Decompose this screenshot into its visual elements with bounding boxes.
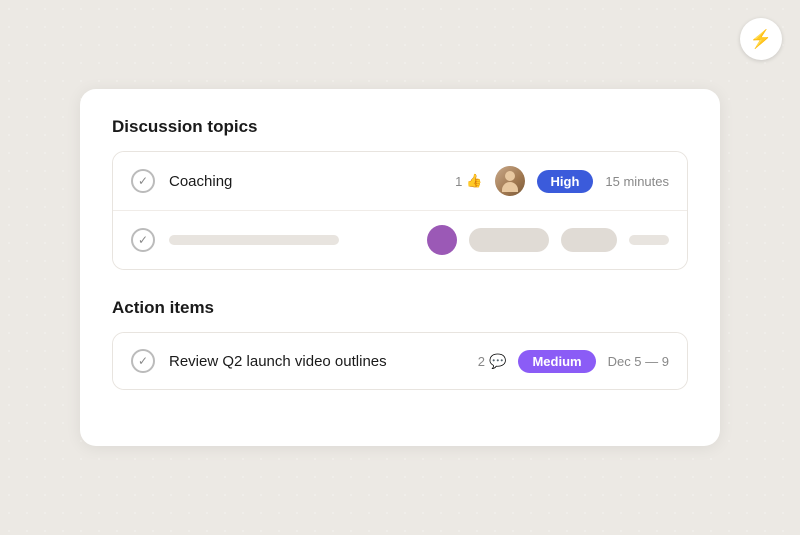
check-circle-icon[interactable]: ✓: [131, 228, 155, 252]
skeleton-title: [169, 235, 339, 245]
check-circle-icon[interactable]: ✓: [131, 349, 155, 373]
skeleton-priority: [469, 228, 549, 252]
discussion-items-container: ✓ Coaching 1 👍 High 15 minutes ✓: [112, 151, 688, 270]
lightning-icon: ⚡: [750, 29, 772, 50]
comment-bubble-icon: 💬: [489, 353, 506, 370]
action-section-title: Action items: [112, 298, 688, 318]
comment-number: 2: [478, 354, 485, 369]
thumbs-up-icon: 👍: [466, 173, 482, 189]
avatar: [495, 166, 525, 196]
skeleton-extra: [629, 235, 669, 245]
like-count[interactable]: 1 👍: [455, 173, 482, 189]
item-title: Coaching: [169, 173, 455, 190]
main-card: Discussion topics ✓ Coaching 1 👍 High 15…: [80, 89, 720, 446]
item-meta: 2 💬 Medium Dec 5 — 9: [478, 350, 669, 373]
table-row[interactable]: ✓: [113, 210, 687, 269]
table-row[interactable]: ✓ Review Q2 launch video outlines 2 💬 Me…: [113, 333, 687, 389]
skeleton-avatar: [427, 225, 457, 255]
item-title: Review Q2 launch video outlines: [169, 353, 478, 370]
lightning-button[interactable]: ⚡: [740, 18, 782, 60]
priority-badge[interactable]: Medium: [518, 350, 595, 373]
discussion-section-title: Discussion topics: [112, 117, 688, 137]
like-number: 1: [455, 174, 462, 189]
date-range-text: Dec 5 — 9: [608, 354, 669, 369]
item-meta: 1 👍 High 15 minutes: [455, 166, 669, 196]
priority-badge[interactable]: High: [537, 170, 594, 193]
skeleton-duration: [561, 228, 617, 252]
action-items-container: ✓ Review Q2 launch video outlines 2 💬 Me…: [112, 332, 688, 390]
comment-count[interactable]: 2 💬: [478, 353, 507, 370]
item-meta-skeleton: [427, 225, 669, 255]
duration-text: 15 minutes: [605, 174, 669, 189]
check-circle-icon[interactable]: ✓: [131, 169, 155, 193]
table-row[interactable]: ✓ Coaching 1 👍 High 15 minutes: [113, 152, 687, 210]
